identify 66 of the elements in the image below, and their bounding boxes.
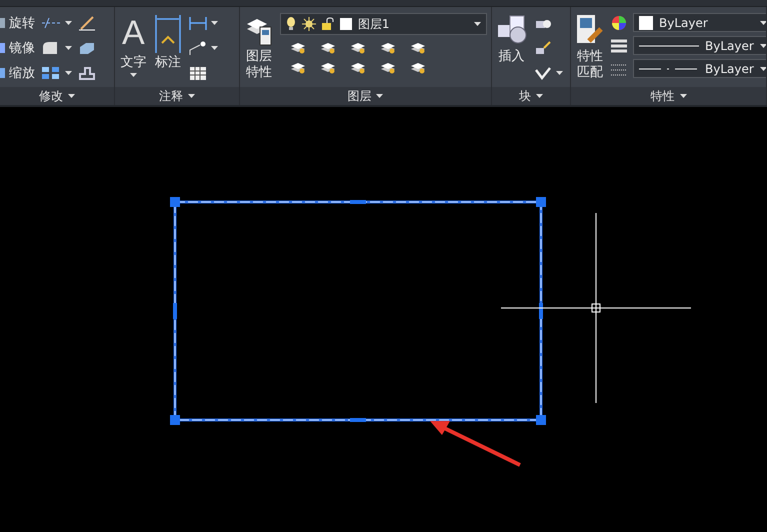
layer-stack-icon bbox=[320, 60, 336, 74]
caret-icon bbox=[65, 21, 72, 25]
layer-stack-icon bbox=[410, 60, 426, 74]
caret-icon bbox=[211, 21, 218, 25]
panel-title: 块 bbox=[518, 88, 531, 104]
panel-title-bar[interactable]: 修改 bbox=[0, 87, 114, 105]
color-wheel-icon bbox=[611, 15, 627, 31]
layer-properties-button[interactable]: 图层特性 bbox=[244, 13, 274, 87]
color-swatch bbox=[639, 16, 653, 30]
linear-dimension-icon bbox=[188, 15, 208, 31]
layer-stack-icon bbox=[380, 60, 396, 74]
layer-stack-icon bbox=[290, 60, 306, 74]
layer-stack-icon bbox=[350, 40, 366, 54]
letter-a-icon: A bbox=[122, 13, 145, 53]
linetype-dropdown[interactable]: ByLayer bbox=[633, 59, 766, 78]
leader-icon bbox=[188, 40, 208, 56]
table-icon bbox=[188, 65, 208, 81]
caret-icon bbox=[65, 71, 72, 75]
edit-block-icon bbox=[534, 40, 552, 56]
bulb-icon bbox=[286, 17, 296, 31]
layer-color-swatch bbox=[340, 18, 352, 30]
caret-icon bbox=[760, 44, 766, 48]
panel-title: 特性 bbox=[650, 88, 674, 104]
caret-icon bbox=[680, 94, 686, 98]
sun-icon bbox=[302, 17, 316, 31]
insert-button[interactable]: 插入 bbox=[496, 13, 528, 87]
dimension-icon bbox=[154, 13, 182, 53]
layer-stack-icon bbox=[320, 40, 336, 54]
panel-title-bar[interactable]: 注释 bbox=[115, 87, 239, 105]
dashed-line-icon bbox=[41, 16, 61, 30]
layer-stack-icon bbox=[350, 60, 366, 74]
solid-line-icon bbox=[639, 44, 699, 48]
panel-title-bar[interactable]: 图层 bbox=[240, 87, 491, 105]
layer-stack-icon bbox=[410, 40, 426, 54]
color-dropdown[interactable]: ByLayer bbox=[633, 13, 766, 32]
caret-icon bbox=[376, 94, 384, 98]
caret-icon bbox=[760, 66, 766, 70]
dimension-button[interactable]: 标注 bbox=[154, 13, 182, 87]
caret-icon bbox=[474, 22, 481, 26]
caret-icon bbox=[188, 94, 195, 98]
caret-icon bbox=[760, 20, 766, 24]
selected-rectangle[interactable] bbox=[170, 197, 546, 425]
caret-icon bbox=[536, 94, 543, 98]
caret-icon bbox=[65, 46, 72, 50]
lineweight-dropdown[interactable]: ByLayer bbox=[633, 36, 766, 55]
match-properties-button[interactable]: 特性匹配 bbox=[575, 13, 605, 87]
panel-title-bar[interactable]: 块 bbox=[492, 87, 570, 105]
panel-title-bar[interactable]: 特性 bbox=[571, 87, 766, 105]
tool-button[interactable]: 缩放 bbox=[0, 63, 35, 83]
text-button[interactable]: A 文字 bbox=[119, 13, 148, 87]
layer-stack-icon bbox=[380, 40, 396, 54]
dashed-line-icon bbox=[639, 66, 699, 70]
layer-stack-icon bbox=[290, 40, 306, 54]
brush-icon bbox=[78, 15, 96, 31]
tool-button[interactable]: 旋转 bbox=[0, 13, 35, 33]
unlock-icon bbox=[322, 17, 334, 31]
caret-icon bbox=[556, 71, 563, 75]
panel-title: 修改 bbox=[39, 88, 63, 104]
panel-title: 图层 bbox=[347, 88, 372, 104]
panel-title: 注释 bbox=[158, 88, 183, 104]
caret-icon bbox=[211, 46, 218, 50]
array-icon bbox=[41, 66, 61, 80]
caret-icon bbox=[68, 94, 75, 98]
lineweight-icon bbox=[611, 39, 627, 55]
tool-button[interactable]: 镜像 bbox=[0, 38, 35, 58]
layer-dropdown[interactable]: 图层1 bbox=[280, 13, 487, 35]
